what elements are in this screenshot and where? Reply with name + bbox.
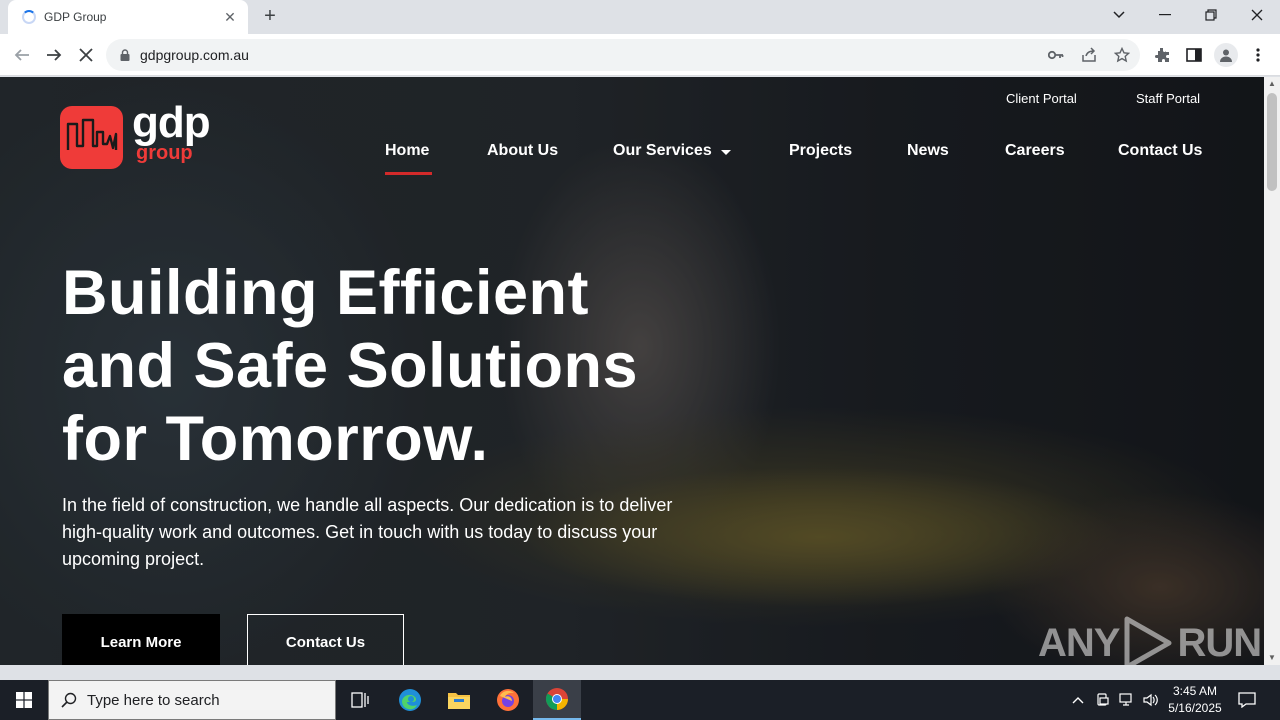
windows-logo-icon bbox=[16, 692, 32, 708]
taskbar-search-box[interactable]: Type here to search bbox=[48, 680, 336, 720]
clock-date: 5/16/2025 bbox=[1168, 701, 1222, 715]
watermark-right-text: RUN bbox=[1177, 620, 1262, 665]
windows-start-button[interactable] bbox=[0, 680, 48, 720]
close-tab-icon[interactable]: ✕ bbox=[222, 9, 238, 26]
firefox-icon bbox=[497, 689, 519, 711]
meet-now-icon[interactable] bbox=[1093, 690, 1113, 710]
url-text: gdpgroup.com.au bbox=[140, 47, 249, 63]
hero-description-line: high-quality work and outcomes. Get in t… bbox=[62, 522, 658, 542]
logo-mark-icon bbox=[60, 106, 123, 169]
chevron-up-icon[interactable] bbox=[1068, 690, 1088, 710]
side-panel-icon[interactable] bbox=[1184, 45, 1204, 65]
folder-icon bbox=[448, 693, 470, 709]
hero-title-line: for Tomorrow. bbox=[62, 404, 489, 474]
new-tab-button[interactable]: + bbox=[258, 5, 282, 29]
search-placeholder: Type here to search bbox=[87, 691, 220, 709]
watermark-left-text: ANY bbox=[1038, 620, 1120, 665]
learn-more-button[interactable]: Learn More bbox=[62, 614, 220, 665]
nav-about-us[interactable]: About Us bbox=[487, 142, 558, 160]
task-view-button[interactable] bbox=[336, 680, 384, 720]
edge-icon bbox=[399, 689, 421, 711]
browser-toolbar: gdpgroup.com.au bbox=[0, 34, 1280, 76]
forward-button[interactable] bbox=[40, 41, 68, 69]
page-scrollbar[interactable]: ▲ ▼ bbox=[1264, 77, 1280, 665]
logo-subtitle: group bbox=[136, 142, 193, 164]
nav-careers[interactable]: Careers bbox=[1005, 142, 1065, 160]
windows-taskbar: Type here to search 3:45 AM 5/16/2025 bbox=[0, 680, 1280, 720]
task-view-icon bbox=[351, 692, 369, 708]
contact-us-button[interactable]: Contact Us bbox=[247, 614, 404, 665]
close-window-button[interactable] bbox=[1234, 0, 1280, 30]
anyrun-watermark: ANY RUN bbox=[1038, 615, 1262, 665]
firefox-app-button[interactable] bbox=[484, 680, 532, 720]
nav-news[interactable]: News bbox=[907, 142, 949, 160]
edge-app-button[interactable] bbox=[386, 680, 434, 720]
nav-home[interactable]: Home bbox=[385, 142, 429, 160]
scroll-down-icon[interactable]: ▼ bbox=[1268, 653, 1276, 662]
bookmark-star-icon[interactable] bbox=[1112, 45, 1132, 65]
hero-title-line: and Safe Solutions bbox=[62, 331, 639, 401]
notifications-icon[interactable] bbox=[1237, 690, 1257, 710]
client-portal-link[interactable]: Client Portal bbox=[1006, 91, 1077, 106]
minimize-button[interactable] bbox=[1142, 0, 1188, 30]
nav-contact-us[interactable]: Contact Us bbox=[1118, 142, 1202, 160]
loading-spinner-icon bbox=[22, 10, 36, 24]
logo-wordmark: gdp bbox=[132, 98, 211, 147]
chevron-down-icon[interactable] bbox=[721, 150, 731, 155]
share-icon[interactable] bbox=[1079, 45, 1099, 65]
profile-avatar-icon[interactable] bbox=[1214, 43, 1238, 67]
file-explorer-app-button[interactable] bbox=[435, 680, 483, 720]
browser-tab[interactable]: GDP Group ✕ bbox=[8, 0, 248, 34]
stop-loading-button[interactable] bbox=[72, 41, 100, 69]
lock-icon[interactable] bbox=[120, 49, 130, 61]
chrome-icon bbox=[546, 688, 568, 710]
restore-button[interactable] bbox=[1188, 0, 1234, 30]
search-icon bbox=[61, 692, 77, 708]
browser-menu-icon[interactable] bbox=[1248, 45, 1268, 65]
tab-search-icon[interactable] bbox=[1096, 0, 1142, 30]
hero-description-line: upcoming project. bbox=[62, 549, 205, 569]
chrome-app-button[interactable] bbox=[533, 680, 581, 720]
extensions-icon[interactable] bbox=[1152, 45, 1172, 65]
staff-portal-link[interactable]: Staff Portal bbox=[1136, 91, 1200, 106]
hero-title-line: Building Efficient bbox=[62, 258, 589, 328]
back-button[interactable] bbox=[8, 41, 36, 69]
nav-projects[interactable]: Projects bbox=[789, 142, 852, 160]
hero-description-line: In the field of construction, we handle … bbox=[62, 495, 673, 515]
page-viewport: gdp group Client Portal Staff Portal Hom… bbox=[0, 77, 1264, 665]
scroll-up-icon[interactable]: ▲ bbox=[1268, 79, 1276, 88]
play-triangle-icon bbox=[1124, 616, 1172, 665]
key-icon[interactable] bbox=[1046, 45, 1066, 65]
hero-title: Building Efficient and Safe Solutions fo… bbox=[62, 257, 782, 476]
clock-time: 3:45 AM bbox=[1172, 684, 1218, 698]
taskbar-clock[interactable]: 3:45 AM 5/16/2025 bbox=[1160, 683, 1230, 717]
nav-active-indicator bbox=[385, 172, 432, 175]
scroll-thumb[interactable] bbox=[1267, 93, 1277, 191]
nav-our-services[interactable]: Our Services bbox=[613, 142, 712, 160]
tab-title: GDP Group bbox=[44, 10, 107, 24]
address-bar[interactable]: gdpgroup.com.au bbox=[106, 39, 1140, 71]
volume-icon[interactable] bbox=[1141, 690, 1161, 710]
site-logo[interactable]: gdp group bbox=[60, 98, 220, 174]
browser-tabstrip: GDP Group ✕ + bbox=[0, 0, 1280, 34]
hero-description: In the field of construction, we handle … bbox=[62, 492, 772, 573]
network-icon[interactable] bbox=[1117, 690, 1137, 710]
